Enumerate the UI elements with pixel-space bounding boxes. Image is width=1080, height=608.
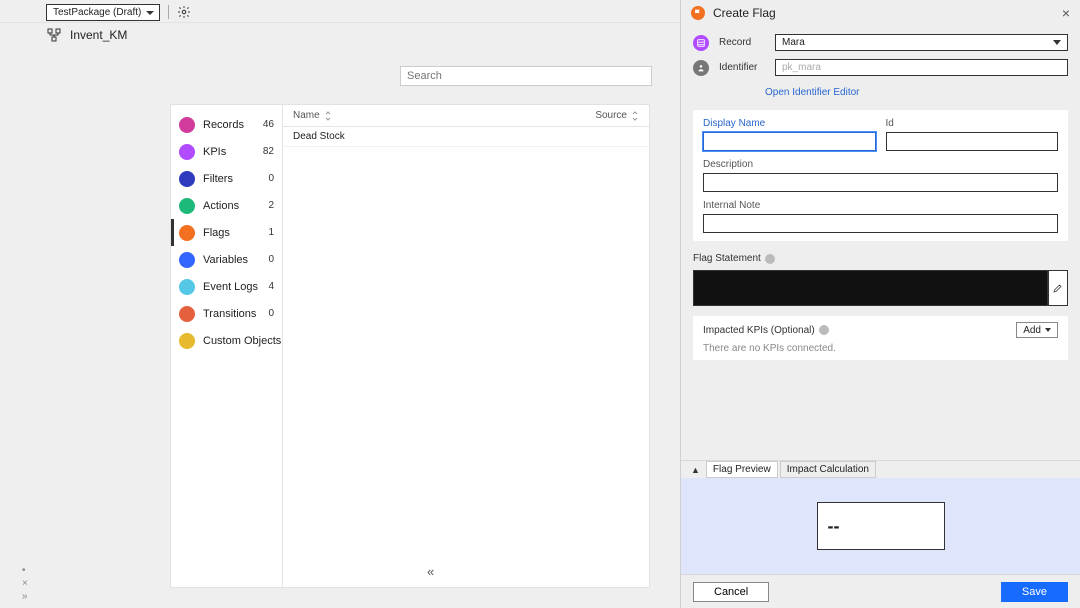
display-name-label: Display Name xyxy=(703,118,876,129)
record-label: Record xyxy=(719,37,765,48)
flag-preview-pane: -- xyxy=(681,478,1080,574)
chevron-down-icon xyxy=(1053,40,1061,45)
flag-icon xyxy=(691,6,705,20)
sidebar-item-icon xyxy=(179,252,195,268)
sidebar-item-count: 4 xyxy=(266,281,274,292)
open-identifier-editor-link[interactable]: Open Identifier Editor xyxy=(765,87,860,98)
object-sidebar: Records 46 KPIs 82 Filters 0 Actions 2 Flags 1 Var… xyxy=(171,105,283,587)
sidebar-item-label: Transitions xyxy=(203,308,256,320)
sidebar-item-label: Filters xyxy=(203,173,250,185)
sidebar-item-icon xyxy=(179,171,195,187)
preview-card: -- xyxy=(817,502,945,550)
sidebar-item-icon xyxy=(179,117,195,133)
sidebar-item-icon xyxy=(179,279,195,295)
toolbar-divider xyxy=(168,5,169,19)
sidebar-item-icon xyxy=(179,225,195,241)
sidebar-item-count: 82 xyxy=(258,146,274,157)
chevron-down-icon xyxy=(1045,328,1051,332)
sidebar-item-icon xyxy=(179,333,195,349)
record-select[interactable]: Mara xyxy=(775,34,1068,51)
id-label: Id xyxy=(886,118,1059,129)
identifier-input[interactable] xyxy=(775,59,1068,76)
identifier-icon xyxy=(693,60,709,76)
sidebar-item-variables[interactable]: Variables 0 xyxy=(171,246,282,273)
sidebar-item-label: Variables xyxy=(203,254,250,266)
display-name-input[interactable] xyxy=(703,132,876,151)
sidebar-item-label: Custom Objects xyxy=(203,335,281,347)
sidebar-item-label: Records xyxy=(203,119,250,131)
info-icon[interactable] xyxy=(765,254,775,264)
sort-icon xyxy=(631,111,639,121)
sidebar-item-transitions[interactable]: Transitions 0 xyxy=(171,300,282,327)
edit-statement-button[interactable] xyxy=(1048,270,1068,306)
table-header: Name Source xyxy=(283,105,649,127)
sidebar-item-count: 46 xyxy=(258,119,274,130)
internal-note-label: Internal Note xyxy=(703,200,1058,211)
sidebar-item-icon xyxy=(179,306,195,322)
sidebar-item-icon xyxy=(179,198,195,214)
sidebar-item-count: 1 xyxy=(258,227,274,238)
col-name[interactable]: Name xyxy=(293,110,579,121)
info-icon[interactable] xyxy=(819,325,829,335)
sidebar-item-custom-objects[interactable]: Custom Objects0 xyxy=(171,327,282,354)
description-label: Description xyxy=(703,159,1058,170)
flag-statement-label: Flag Statement xyxy=(693,253,761,264)
package-dropdown[interactable]: TestPackage (Draft) xyxy=(46,4,160,21)
internal-note-input[interactable] xyxy=(703,214,1058,233)
id-input[interactable] xyxy=(886,132,1059,151)
record-icon xyxy=(693,35,709,51)
add-kpi-button[interactable]: Add xyxy=(1016,322,1058,338)
kpi-empty-text: There are no KPIs connected. xyxy=(703,343,1058,354)
tab-flag-preview[interactable]: Flag Preview xyxy=(706,461,778,478)
create-flag-drawer: Create Flag × Record Mara Identifier Ope… xyxy=(680,0,1080,608)
cancel-button[interactable]: Cancel xyxy=(693,582,769,602)
sidebar-item-label: KPIs xyxy=(203,146,250,158)
preview-value: -- xyxy=(828,516,840,537)
table-row[interactable]: Dead Stock xyxy=(283,127,649,147)
sidebar-item-event-logs[interactable]: Event Logs 4 xyxy=(171,273,282,300)
sidebar-item-count: 0 xyxy=(258,173,274,184)
sidebar-item-label: Actions xyxy=(203,200,250,212)
sidebar-collapse-icon[interactable]: « xyxy=(427,564,434,579)
sidebar-item-records[interactable]: Records 46 xyxy=(171,111,282,138)
description-input[interactable] xyxy=(703,173,1058,192)
drawer-title: Create Flag xyxy=(713,6,1054,20)
sidebar-item-count: 0 xyxy=(258,254,274,265)
search-input[interactable] xyxy=(407,70,645,82)
package-dropdown-label: TestPackage (Draft) xyxy=(53,7,141,18)
sidebar-item-count: 2 xyxy=(258,200,274,211)
identifier-label: Identifier xyxy=(719,62,765,73)
sort-icon xyxy=(324,111,332,121)
sidebar-item-icon xyxy=(179,144,195,160)
sidebar-item-flags[interactable]: Flags 1 xyxy=(171,219,282,246)
impacted-kpis-label: Impacted KPIs (Optional) xyxy=(703,325,815,336)
close-icon[interactable]: × xyxy=(1062,6,1070,20)
sidebar-item-label: Flags xyxy=(203,227,250,239)
stray-handles: •×» xyxy=(22,565,28,602)
sidebar-item-filters[interactable]: Filters 0 xyxy=(171,165,282,192)
tab-impact-calculation[interactable]: Impact Calculation xyxy=(780,461,876,478)
sidebar-item-actions[interactable]: Actions 2 xyxy=(171,192,282,219)
col-source[interactable]: Source xyxy=(579,110,639,121)
save-button[interactable]: Save xyxy=(1001,582,1068,602)
sidebar-item-label: Event Logs xyxy=(203,281,258,293)
data-model-icon xyxy=(46,27,62,43)
page-title: Invent_KM xyxy=(70,28,127,42)
row-name: Dead Stock xyxy=(293,131,639,142)
collapse-preview-icon[interactable]: ▲ xyxy=(691,465,700,475)
gear-icon[interactable] xyxy=(177,5,191,19)
sidebar-item-count: 0 xyxy=(264,308,274,319)
search-input-wrap[interactable] xyxy=(400,66,652,86)
sidebar-item-kpis[interactable]: KPIs 82 xyxy=(171,138,282,165)
flag-statement-editor[interactable] xyxy=(693,270,1048,306)
